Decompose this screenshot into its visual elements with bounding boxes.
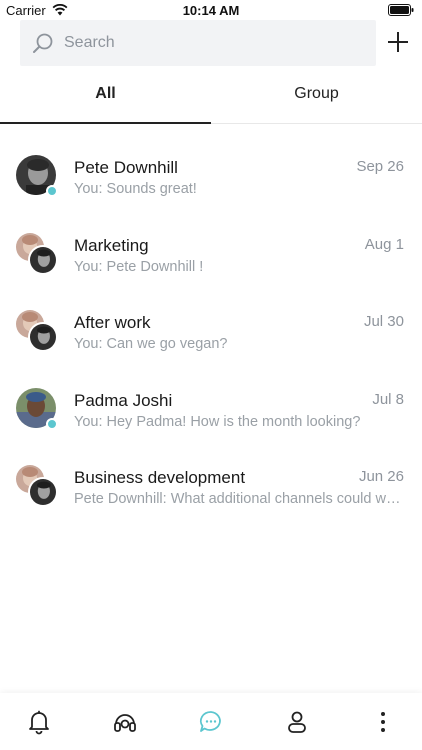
chat-preview: You: Pete Downhill ! — [74, 258, 204, 275]
battery-icon — [388, 4, 414, 16]
person-icon[interactable] — [284, 709, 310, 735]
chat-preview: You: Hey Padma! How is the month looking… — [74, 413, 361, 430]
chat-bubble-icon[interactable] — [198, 709, 224, 735]
avatar-photo — [28, 244, 58, 275]
chat-row[interactable]: After work Jul 30 You: Can we go vegan? — [0, 291, 422, 369]
active-tab-indicator — [0, 122, 211, 124]
tab-bar: All Group — [0, 72, 422, 124]
chat-row[interactable]: Business development Jun 26 Pete Downhil… — [0, 446, 422, 524]
avatar-photo — [28, 322, 58, 352]
search-bar[interactable] — [20, 20, 376, 66]
search-icon — [33, 33, 53, 53]
online-indicator — [46, 185, 58, 197]
chat-name: Marketing — [74, 235, 149, 255]
bottom-nav — [0, 693, 422, 750]
chat-preview: You: Can we go vegan? — [74, 336, 228, 352]
avatar — [16, 155, 58, 197]
chat-preview: Pete Downhill: What additional channels … — [74, 491, 406, 507]
add-chat-button[interactable] — [386, 30, 410, 54]
chat-row[interactable]: Padma Joshi Jul 8 You: Hey Padma! How is… — [0, 369, 422, 447]
chat-date: Jun 26 — [358, 468, 404, 485]
status-bar: Carrier 10:14 AM — [0, 0, 422, 22]
tab-group[interactable]: Group — [211, 72, 422, 124]
tab-all[interactable]: All — [0, 72, 211, 124]
group-avatar — [16, 232, 58, 275]
chat-preview: You: Sounds great! — [74, 181, 197, 197]
headset-icon[interactable] — [112, 709, 138, 735]
chat-name: Business development — [74, 468, 246, 487]
online-indicator — [46, 417, 58, 430]
avatar — [16, 387, 58, 430]
chat-row[interactable]: Marketing Aug 1 You: Pete Downhill ! — [0, 214, 422, 292]
chat-date: Jul 30 — [363, 313, 404, 330]
more-vertical-icon[interactable] — [370, 709, 396, 735]
chat-name: Pete Downhill — [74, 158, 178, 177]
chat-list: Pete Downhill Sep 26 You: Sounds great! … — [0, 136, 422, 524]
bell-icon[interactable] — [26, 709, 52, 735]
chat-date: Jul 8 — [372, 390, 404, 408]
status-time: 10:14 AM — [182, 3, 240, 18]
chat-name: After work — [74, 313, 151, 332]
group-avatar — [16, 465, 58, 507]
chat-row[interactable]: Pete Downhill Sep 26 You: Sounds great! — [0, 136, 422, 214]
search-input[interactable] — [64, 20, 364, 66]
chat-date: Sep 26 — [356, 158, 404, 175]
chat-name: Padma Joshi — [74, 390, 173, 410]
group-avatar — [16, 310, 58, 352]
chat-date: Aug 1 — [364, 235, 404, 253]
avatar-photo — [28, 477, 58, 507]
